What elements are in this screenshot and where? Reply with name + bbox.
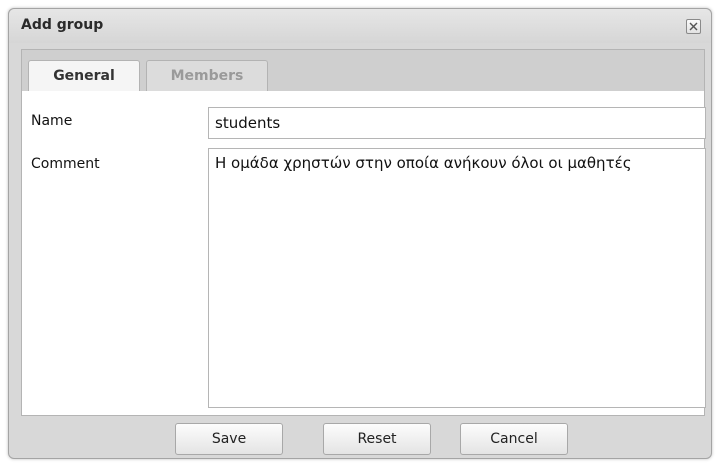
reset-button[interactable]: Reset — [323, 423, 431, 455]
add-group-dialog: Add group General Members Name Comment Η… — [8, 8, 712, 459]
name-label: Name — [31, 113, 73, 129]
general-panel: Name Comment Η ομάδα χρηστών στην οποία … — [21, 91, 706, 416]
dialog-titlebar[interactable]: Add group — [9, 9, 711, 43]
comment-label: Comment — [31, 156, 100, 172]
cancel-button[interactable]: Cancel — [460, 423, 568, 455]
name-input[interactable] — [208, 107, 706, 139]
dialog-title: Add group — [21, 17, 104, 33]
tab-bar: General Members — [21, 49, 705, 94]
close-icon[interactable] — [686, 19, 701, 34]
save-button[interactable]: Save — [175, 423, 283, 455]
tab-members[interactable]: Members — [146, 60, 268, 93]
tab-general[interactable]: General — [28, 60, 140, 94]
comment-textarea[interactable]: Η ομάδα χρηστών στην οποία ανήκουν όλοι … — [208, 148, 706, 408]
